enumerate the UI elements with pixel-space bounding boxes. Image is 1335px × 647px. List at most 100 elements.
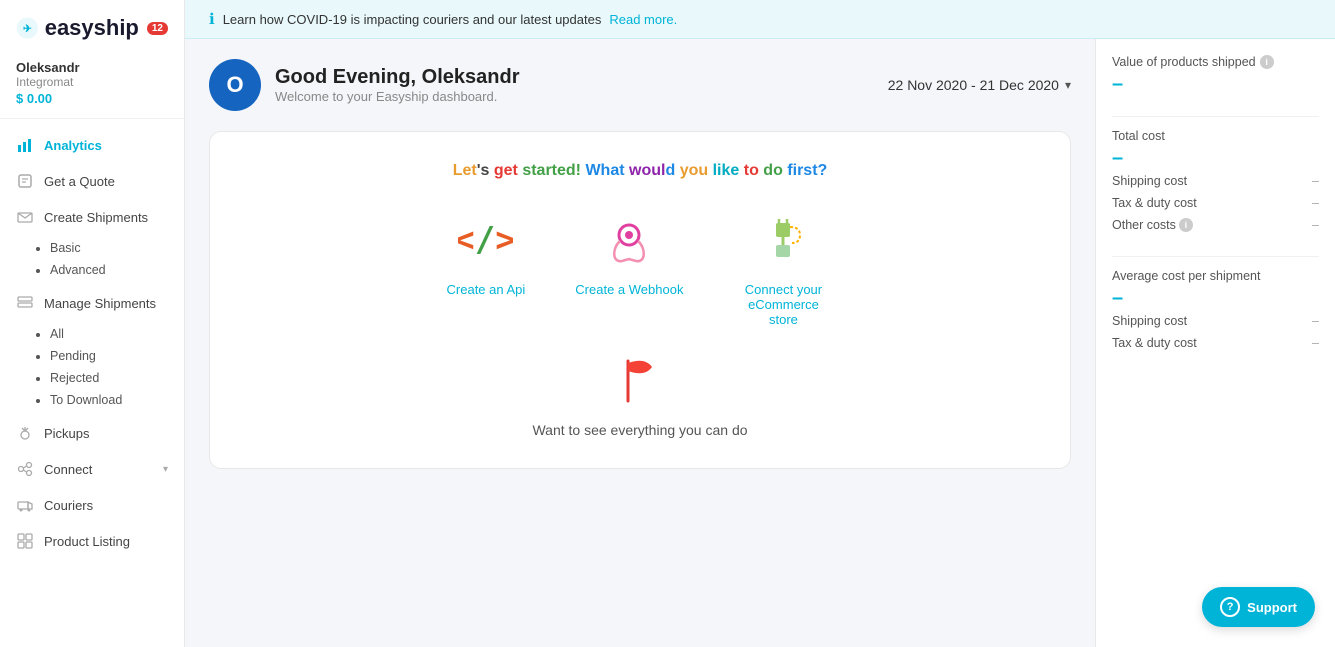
avatar: O <box>209 59 261 111</box>
logo-area: ✈ easyship 12 <box>0 0 184 52</box>
shipping-cost-row: Shipping cost – <box>1112 170 1319 192</box>
user-info: Oleksandr Integromat $ 0.00 <box>0 52 184 119</box>
total-cost-section: Total cost – Shipping cost – Tax & duty … <box>1112 129 1319 236</box>
user-company: Integromat <box>16 75 168 89</box>
avg-cost-label: Average cost per shipment <box>1112 269 1319 283</box>
products-shipped-label: Value of products shipped i <box>1112 55 1319 69</box>
avg-shipping-row: Shipping cost – <box>1112 310 1319 332</box>
avg-cost-section: Average cost per shipment – Shipping cos… <box>1112 269 1319 354</box>
create-webhook-label: Create a Webhook <box>575 282 683 297</box>
total-cost-label: Total cost <box>1112 129 1319 143</box>
sidebar-item-connect[interactable]: Connect ▾ <box>0 451 184 487</box>
other-costs-value: – <box>1312 218 1319 232</box>
action-cards: </> Create an Api <box>230 210 1050 327</box>
create-shipments-label: Create Shipments <box>44 210 148 225</box>
center-panel: O Good Evening, Oleksandr Welcome to you… <box>185 39 1095 647</box>
flag-section: Want to see everything you can do <box>230 347 1050 438</box>
avg-shipping-label: Shipping cost <box>1112 314 1187 328</box>
date-range-picker[interactable]: 22 Nov 2020 - 21 Dec 2020 ▾ <box>888 77 1071 93</box>
other-costs-label: Other costs <box>1112 218 1176 232</box>
connect-ecommerce-label: Connect your eCommerce store <box>733 282 833 327</box>
manage-shipments-sub: All Pending Rejected To Download <box>0 321 184 415</box>
other-costs-label-container: Other costs i <box>1112 218 1193 232</box>
sub-rejected[interactable]: Rejected <box>50 367 184 389</box>
sidebar: ✈ easyship 12 Oleksandr Integromat $ 0.0… <box>0 0 185 647</box>
flag-icon <box>620 357 660 412</box>
divider-2 <box>1112 256 1319 257</box>
couriers-label: Couriers <box>44 498 93 513</box>
sub-to-download[interactable]: To Download <box>50 389 184 411</box>
main-content: ℹ Learn how COVID-19 is impacting courie… <box>185 0 1335 647</box>
user-balance: $ 0.00 <box>16 91 168 106</box>
avg-tax-label: Tax & duty cost <box>1112 336 1197 350</box>
tax-duty-value: – <box>1312 196 1319 210</box>
quote-icon <box>16 172 34 190</box>
analytics-label: Analytics <box>44 138 102 153</box>
svg-text:</>: </> <box>458 220 513 260</box>
banner-link[interactable]: Read more. <box>609 12 677 27</box>
sidebar-item-analytics[interactable]: Analytics <box>0 127 184 163</box>
quote-label: Get a Quote <box>44 174 115 189</box>
sidebar-item-pickups[interactable]: Pickups <box>0 415 184 451</box>
greeting-subtitle: Welcome to your Easyship dashboard. <box>275 89 520 104</box>
svg-text:✈: ✈ <box>23 23 32 35</box>
support-circle-icon: ? <box>1220 597 1240 617</box>
shipping-cost-value: – <box>1312 174 1319 188</box>
connect-icon <box>16 460 34 478</box>
greeting-title: Good Evening, Oleksandr <box>275 66 520 89</box>
greeting-left: O Good Evening, Oleksandr Welcome to you… <box>209 59 520 111</box>
products-shipped-value: – <box>1112 73 1319 96</box>
banner-text: Learn how COVID-19 is impacting couriers… <box>223 12 602 27</box>
tax-duty-label: Tax & duty cost <box>1112 196 1197 210</box>
create-shipments-sub: Basic Advanced <box>0 235 184 285</box>
create-api-card[interactable]: </> Create an Api <box>447 210 526 327</box>
sidebar-navigation: Analytics Get a Quote Create Shipments B… <box>0 119 184 647</box>
products-shipped-section: Value of products shipped i – <box>1112 55 1319 96</box>
notification-badge: 12 <box>147 22 168 35</box>
webhook-icon <box>599 210 659 270</box>
product-listing-label: Product Listing <box>44 534 130 549</box>
avg-tax-value: – <box>1312 336 1319 350</box>
easyship-logo-icon: ✈ <box>16 14 39 42</box>
support-label: Support <box>1247 600 1297 615</box>
avg-cost-value: – <box>1112 287 1319 310</box>
sub-advanced[interactable]: Advanced <box>50 259 184 281</box>
products-shipped-info-icon[interactable]: i <box>1260 55 1274 69</box>
flag-label: Want to see everything you can do <box>532 422 747 438</box>
covid-banner: ℹ Learn how COVID-19 is impacting courie… <box>185 0 1335 39</box>
date-range-chevron: ▾ <box>1065 78 1071 92</box>
manage-shipments-label: Manage Shipments <box>44 296 156 311</box>
support-button[interactable]: ? Support <box>1202 587 1315 627</box>
info-icon: ℹ <box>209 10 215 28</box>
sub-pending[interactable]: Pending <box>50 345 184 367</box>
greeting-row: O Good Evening, Oleksandr Welcome to you… <box>209 59 1071 111</box>
sidebar-item-get-a-quote[interactable]: Get a Quote <box>0 163 184 199</box>
connect-chevron: ▾ <box>163 464 168 475</box>
create-shipments-icon <box>16 208 34 226</box>
avg-tax-row: Tax & duty cost – <box>1112 332 1319 354</box>
logo-text: easyship <box>45 15 139 41</box>
sidebar-item-create-shipments[interactable]: Create Shipments <box>0 199 184 235</box>
other-costs-row: Other costs i – <box>1112 214 1319 236</box>
divider-1 <box>1112 116 1319 117</box>
connect-ecommerce-card[interactable]: Connect your eCommerce store <box>733 210 833 327</box>
other-costs-info-icon[interactable]: i <box>1179 218 1193 232</box>
sub-all[interactable]: All <box>50 323 184 345</box>
date-range-text: 22 Nov 2020 - 21 Dec 2020 <box>888 77 1059 93</box>
avg-shipping-value: – <box>1312 314 1319 328</box>
greeting-text: Good Evening, Oleksandr Welcome to your … <box>275 66 520 104</box>
analytics-icon <box>16 136 34 154</box>
sidebar-item-product-listing[interactable]: Product Listing <box>0 523 184 559</box>
get-started-card: Let's get started! What would you like t… <box>209 131 1071 469</box>
api-icon: </> <box>456 210 516 270</box>
sidebar-item-manage-shipments[interactable]: Manage Shipments <box>0 285 184 321</box>
tax-duty-row: Tax & duty cost – <box>1112 192 1319 214</box>
couriers-icon <box>16 496 34 514</box>
stats-panel: Value of products shipped i – Total cost… <box>1095 39 1335 647</box>
shipping-cost-label: Shipping cost <box>1112 174 1187 188</box>
create-webhook-card[interactable]: Create a Webhook <box>575 210 683 327</box>
sub-basic[interactable]: Basic <box>50 237 184 259</box>
sidebar-item-couriers[interactable]: Couriers <box>0 487 184 523</box>
content-area: O Good Evening, Oleksandr Welcome to you… <box>185 39 1335 647</box>
ecommerce-icon <box>753 210 813 270</box>
